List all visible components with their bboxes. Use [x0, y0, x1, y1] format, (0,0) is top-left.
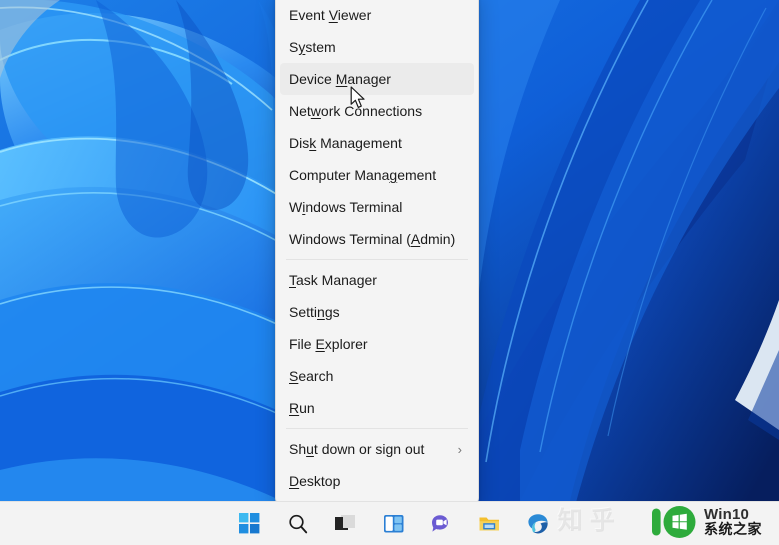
menu-item-label: Network Connections: [289, 103, 423, 119]
windows-logo-icon: [239, 513, 260, 534]
menu-item-task-manager[interactable]: Task Manager: [280, 264, 474, 296]
chevron-right-icon: ›: [457, 441, 462, 457]
menu-item-label: Shut down or sign out: [289, 441, 425, 457]
winx-power-user-menu[interactable]: Event Viewer System Device Manager Netwo…: [275, 0, 479, 506]
menu-item-device-manager[interactable]: Device Manager: [280, 63, 474, 95]
brand-line-1: Win10: [704, 506, 750, 524]
menu-item-event-viewer[interactable]: Event Viewer: [280, 0, 474, 31]
menu-item-label: File Explorer: [289, 336, 368, 352]
menu-item-label: Run: [289, 400, 315, 416]
menu-item-label: System: [289, 39, 336, 55]
menu-item-network-connections[interactable]: Network Connections: [280, 95, 474, 127]
menu-item-label: Disk Management: [289, 135, 402, 151]
menu-item-desktop[interactable]: Desktop: [280, 465, 474, 497]
menu-item-settings[interactable]: Settings: [280, 296, 474, 328]
menu-item-label: Search: [289, 368, 334, 384]
edge-icon: [527, 513, 548, 533]
widgets-icon: [383, 514, 403, 532]
search-button[interactable]: [285, 511, 311, 537]
menu-item-label: Device Manager: [289, 71, 391, 87]
chat-button[interactable]: [429, 511, 455, 537]
folder-icon: [479, 517, 499, 530]
search-icon: [288, 514, 307, 533]
menu-item-windows-terminal[interactable]: Windows Terminal: [280, 191, 474, 223]
menu-item-label: Desktop: [289, 473, 341, 489]
menu-item-label: Event Viewer: [289, 7, 372, 23]
brand-line-2: 系统之家: [704, 521, 762, 538]
chat-icon: [432, 514, 448, 532]
win10-sysjia-logo-icon: [652, 506, 696, 538]
menu-item-shut-down-or-sign-out[interactable]: Shut down or sign out ›: [280, 433, 474, 465]
menu-item-windows-terminal-admin[interactable]: Windows Terminal (Admin): [280, 223, 474, 255]
brand-logo: Win10 系统之家: [651, 500, 775, 544]
menu-item-label: Computer Management: [289, 167, 437, 183]
widgets-button[interactable]: [381, 511, 407, 537]
menu-item-run[interactable]: Run: [280, 392, 474, 424]
menu-item-system[interactable]: System: [280, 31, 474, 63]
task-view-icon: [334, 514, 355, 530]
start-button[interactable]: [237, 511, 263, 537]
menu-item-label: Task Manager: [289, 272, 377, 288]
menu-item-label: Settings: [289, 304, 340, 320]
menu-item-file-explorer[interactable]: File Explorer: [280, 328, 474, 360]
menu-item-label: Windows Terminal: [289, 199, 403, 215]
menu-item-label: Windows Terminal (Admin): [289, 231, 456, 247]
menu-item-disk-management[interactable]: Disk Management: [280, 127, 474, 159]
menu-separator-1: [286, 259, 468, 260]
file-explorer-button[interactable]: [477, 511, 503, 537]
menu-item-search[interactable]: Search: [280, 360, 474, 392]
task-view-button[interactable]: [333, 511, 359, 537]
menu-item-computer-management[interactable]: Computer Management: [280, 159, 474, 191]
menu-separator-2: [286, 428, 468, 429]
edge-button[interactable]: [525, 511, 551, 537]
